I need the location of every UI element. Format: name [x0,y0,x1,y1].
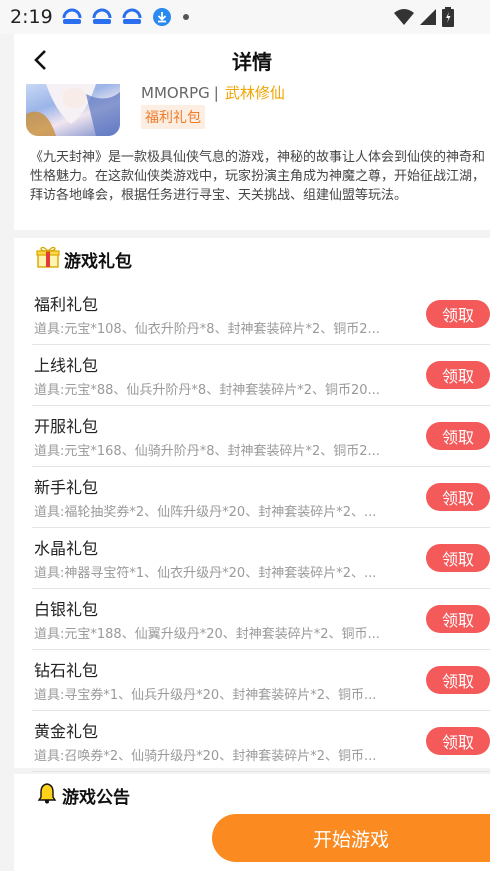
game-tag: 武林修仙 [224,84,285,102]
gift-row: 白银礼包 道具:元宝*188、仙翼升级丹*20、封神套装碎片*2、铜币... 领… [32,589,490,650]
claim-button[interactable]: 领取 [426,300,490,328]
back-button[interactable] [28,46,54,74]
claim-button[interactable]: 领取 [426,361,490,389]
gift-name: 上线礼包 [34,356,99,375]
page-header: 详情 [14,34,490,86]
gift-name: 福利礼包 [34,295,99,314]
gift-row: 新手礼包 道具:福轮抽奖券*2、仙阵升级丹*20、封神套装碎片*2、... 领取 [32,467,490,528]
gift-name: 钻石礼包 [34,661,99,680]
gift-row: 钻石礼包 道具:寻宝券*1、仙兵升级丹*20、封神套装碎片*2、铜币... 领取 [32,650,490,711]
gift-items: 道具:元宝*108、仙衣升阶丹*8、封神套装碎片*2、铜币2... [34,322,380,337]
more-notifications-dot-icon [182,14,189,20]
status-time: 2:19 [10,6,53,28]
status-bar: 2:19 [0,0,490,34]
gift-name: 黄金礼包 [34,722,99,741]
claim-button[interactable]: 领取 [426,483,490,511]
gift-section: 游戏礼包 福利礼包 道具:元宝*108、仙衣升阶丹*8、封神套装碎片*2、铜币2… [14,238,490,772]
bell-icon [36,782,58,808]
gift-row: 上线礼包 道具:元宝*88、仙兵升阶丹*8、封神套装碎片*2、铜币20... 领… [32,345,490,406]
gift-items: 道具:神器寻宝符*1、仙衣升级丹*20、封神套装碎片*2、... [34,566,377,581]
wifi-icon [394,9,414,29]
game-description: 《九天封神》是一款极具仙侠气息的游戏，神秘的故事让人体会到仙侠的神奇和性格魅力。… [30,150,486,203]
gift-badge: 福利礼包 [141,105,205,129]
gift-row: 福利礼包 道具:元宝*108、仙衣升阶丹*8、封神套装碎片*2、铜币2... 领… [32,284,490,345]
gift-row: 黄金礼包 道具:召唤券*2、仙骑升级丹*20、封神套装碎片*2、铜币... 领取 [32,711,490,772]
gift-items: 道具:元宝*88、仙兵升阶丹*8、封神套装碎片*2、铜币20... [34,383,380,398]
claim-button[interactable]: 领取 [426,666,490,694]
gift-items: 道具:召唤券*2、仙骑升级丹*20、封神套装碎片*2、铜币... [34,749,377,764]
notice-section-header: 游戏公告 [36,782,130,808]
claim-button[interactable]: 领取 [426,544,490,572]
gift-items: 道具:元宝*188、仙翼升级丹*20、封神套装碎片*2、铜币... [34,627,380,642]
app-notification-icon [121,7,143,27]
back-arrow-icon [34,50,46,70]
gift-box-icon [36,246,60,272]
game-meta: MMORPG | 武林修仙 [141,82,285,103]
gift-items: 道具:寻宝券*1、仙兵升级丹*20、封神套装碎片*2、铜币... [34,688,377,703]
gift-name: 开服礼包 [34,417,99,436]
battery-icon [442,7,454,31]
download-icon [151,7,173,27]
claim-button[interactable]: 领取 [426,422,490,450]
gift-section-header: 游戏礼包 [36,246,132,272]
gift-items: 道具:元宝*168、仙骑升阶丹*8、封神套装碎片*2、铜币2... [34,444,380,459]
gift-name: 新手礼包 [34,478,99,497]
gift-items: 道具:福轮抽奖券*2、仙阵升级丹*20、封神套装碎片*2、... [34,505,377,520]
signal-icon [420,9,436,29]
start-game-button[interactable]: 开始游戏 [212,814,490,862]
gift-name: 水晶礼包 [34,539,99,558]
gift-row: 水晶礼包 道具:神器寻宝符*1、仙衣升级丹*20、封神套装碎片*2、... 领取 [32,528,490,589]
app-notification-icon [61,7,83,27]
meta-separator: | [213,83,219,102]
game-genre: MMORPG [141,83,210,102]
gift-section-title: 游戏礼包 [64,251,132,272]
notice-section-title: 游戏公告 [62,787,130,808]
gift-name: 白银礼包 [34,600,99,619]
claim-button[interactable]: 领取 [426,605,490,633]
game-cover-image [26,84,120,136]
claim-button[interactable]: 领取 [426,727,490,755]
gift-row: 开服礼包 道具:元宝*168、仙骑升阶丹*8、封神套装碎片*2、铜币2... 领… [32,406,490,467]
app-notification-icon [91,7,113,27]
page-title: 详情 [232,49,272,74]
